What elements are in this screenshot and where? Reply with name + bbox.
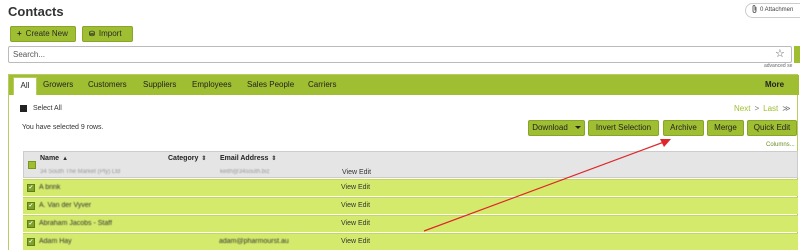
quick-edit-button[interactable]: Quick Edit bbox=[747, 120, 797, 136]
archive-button[interactable]: Archive bbox=[663, 120, 704, 136]
attachments-label: 0 Attachmen bbox=[760, 7, 794, 13]
sort-icon: ⇕ bbox=[201, 156, 207, 162]
favorite-star-icon[interactable]: ☆ bbox=[775, 47, 785, 60]
table-row-email: keith@34south.biz bbox=[220, 169, 270, 175]
chevron-right-icon: > bbox=[754, 104, 760, 113]
tab-bar: All Growers Customers Suppliers Employee… bbox=[9, 75, 799, 95]
sort-icon: ⇕ bbox=[271, 156, 277, 162]
next-page-link[interactable]: Next bbox=[734, 104, 750, 113]
page-title: Contacts bbox=[8, 4, 64, 19]
row-checkbox[interactable]: ✓ bbox=[27, 202, 35, 210]
plus-icon: + bbox=[17, 29, 22, 38]
email-column-header[interactable]: Email Address ⇕ bbox=[220, 155, 276, 162]
row-checkbox[interactable]: ✓ bbox=[27, 184, 35, 192]
view-edit-link[interactable]: View Edit bbox=[341, 202, 370, 209]
tab-sales-people[interactable]: Sales People bbox=[247, 80, 294, 89]
row-name: Adam Hay bbox=[39, 238, 72, 245]
create-new-button[interactable]: + Create New bbox=[10, 26, 76, 42]
contacts-table: Name ▲ Category ⇕ Email Address ⇕ 34 South … bbox=[23, 151, 798, 250]
row-name: Abraham Jacobs - Staff bbox=[39, 220, 113, 227]
tab-customers[interactable]: Customers bbox=[88, 80, 127, 89]
select-all-label[interactable]: Select All bbox=[33, 105, 62, 112]
chevron-down-icon bbox=[574, 126, 581, 130]
attachments-button[interactable]: 0 Attachmen bbox=[745, 3, 800, 18]
table-header: Name ▲ Category ⇕ Email Address ⇕ 34 South … bbox=[23, 151, 798, 178]
name-header-label: Name bbox=[40, 155, 60, 162]
tab-employees[interactable]: Employees bbox=[192, 80, 232, 89]
merge-button[interactable]: Merge bbox=[707, 120, 744, 136]
email-header-label: Email Address bbox=[220, 155, 269, 162]
pager: Next > Last ≫ bbox=[734, 104, 795, 113]
import-label: Import bbox=[98, 29, 122, 38]
table-row[interactable]: ✓ Abraham Jacobs - Staff View Edit bbox=[23, 215, 798, 232]
tab-growers[interactable]: Growers bbox=[43, 80, 73, 89]
row-name: A. Van der Vyver bbox=[39, 202, 92, 209]
sort-asc-icon: ▲ bbox=[62, 156, 69, 162]
last-page-link[interactable]: Last bbox=[763, 104, 778, 113]
invert-selection-label: Invert Selection bbox=[595, 123, 652, 132]
tab-more[interactable]: More bbox=[765, 80, 784, 89]
table-row[interactable]: ✓ A. Van der Vyver View Edit bbox=[23, 197, 798, 214]
search-input[interactable] bbox=[9, 47, 749, 62]
download-label: Download bbox=[532, 123, 568, 132]
category-column-header[interactable]: Category ⇕ bbox=[168, 155, 206, 162]
columns-link[interactable]: Columns... bbox=[766, 142, 795, 148]
category-header-label: Category bbox=[168, 155, 199, 162]
tab-all[interactable]: All bbox=[13, 77, 37, 95]
name-column-header[interactable]: Name ▲ bbox=[40, 155, 68, 162]
double-chevron-right-icon[interactable]: ≫ bbox=[782, 104, 790, 113]
create-new-label: Create New bbox=[25, 29, 68, 38]
view-edit-link[interactable]: View Edit bbox=[341, 238, 370, 245]
row-name: A brink bbox=[39, 184, 61, 191]
table-row-name: 34 South The Market (Pty) Ltd bbox=[40, 169, 121, 175]
select-all-checkbox[interactable] bbox=[20, 105, 27, 112]
table-row[interactable]: ✓ A brink View Edit bbox=[23, 179, 798, 196]
tab-suppliers[interactable]: Suppliers bbox=[143, 80, 176, 89]
selection-summary: You have selected 9 rows. bbox=[22, 124, 104, 131]
header-checkbox[interactable] bbox=[28, 161, 36, 169]
archive-label: Archive bbox=[670, 123, 697, 132]
tab-carriers[interactable]: Carriers bbox=[308, 80, 336, 89]
import-button[interactable]: ⛁ Import bbox=[82, 26, 133, 42]
table-row[interactable]: ✓ Adam Hay adam@pharmourst.au View Edit bbox=[23, 233, 798, 250]
import-icon: ⛁ bbox=[89, 31, 95, 38]
download-button[interactable]: Download bbox=[528, 120, 585, 136]
view-edit-link[interactable]: View Edit bbox=[342, 169, 371, 176]
row-checkbox[interactable]: ✓ bbox=[27, 220, 35, 228]
paperclip-icon bbox=[752, 5, 757, 14]
quick-edit-label: Quick Edit bbox=[753, 123, 791, 132]
row-email: adam@pharmourst.au bbox=[219, 238, 289, 245]
invert-selection-button[interactable]: Invert Selection bbox=[588, 120, 659, 136]
search-submit-button[interactable] bbox=[794, 46, 800, 63]
search-bar: ☆ bbox=[8, 46, 800, 63]
view-edit-link[interactable]: View Edit bbox=[341, 220, 370, 227]
row-checkbox[interactable]: ✓ bbox=[27, 238, 35, 246]
merge-label: Merge bbox=[714, 123, 737, 132]
advanced-search-link[interactable]: advanced se bbox=[764, 63, 792, 69]
view-edit-link[interactable]: View Edit bbox=[341, 184, 370, 191]
